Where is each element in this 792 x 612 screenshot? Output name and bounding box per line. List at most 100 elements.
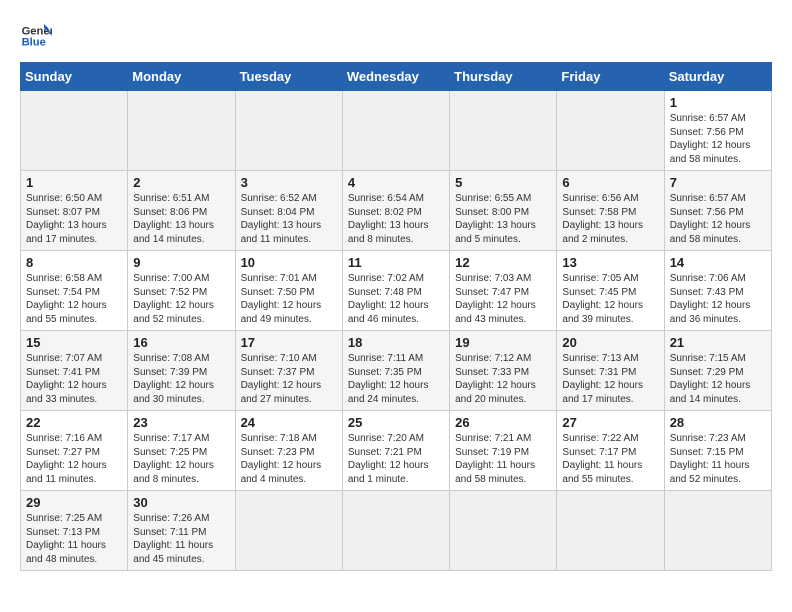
cell-info: Sunrise: 6:58 AMSunset: 7:54 PMDaylight:… [26,273,107,325]
calendar-cell [557,91,664,171]
day-number: 4 [348,175,444,190]
calendar-cell: 1 Sunrise: 6:50 AMSunset: 8:07 PMDaylight… [21,171,128,251]
day-number: 22 [26,415,122,430]
day-number: 19 [455,335,551,350]
calendar-cell: 14Sunrise: 7:06 AMSunset: 7:43 PMDayligh… [664,251,771,331]
header-wednesday: Wednesday [342,63,449,91]
calendar-cell [21,91,128,171]
calendar-cell: 11 Sunrise: 7:02 AMSunset: 7:48 PMDayligh… [342,251,449,331]
header-tuesday: Tuesday [235,63,342,91]
header-sunday: Sunday [21,63,128,91]
calendar-week-row: 8 Sunrise: 6:58 AMSunset: 7:54 PMDaylight… [21,251,772,331]
calendar-cell [557,491,664,571]
calendar-cell: 17 Sunrise: 7:10 AMSunset: 7:37 PMDayligh… [235,331,342,411]
day-number: 16 [133,335,229,350]
day-number: 13 [562,255,658,270]
day-number: 1 [670,95,766,110]
calendar-cell: 23 Sunrise: 7:17 AMSunset: 7:25 PMDayligh… [128,411,235,491]
cell-info: Sunrise: 7:25 AMSunset: 7:13 PMDaylight:… [26,513,106,565]
cell-info: Sunrise: 6:57 AMSunset: 7:56 PMDaylight:… [670,113,751,165]
page-header: General Blue [20,20,772,52]
cell-info: Sunrise: 6:55 AMSunset: 8:00 PMDaylight:… [455,193,536,245]
day-number: 26 [455,415,551,430]
logo: General Blue [20,20,52,52]
day-number: 18 [348,335,444,350]
calendar-cell [128,91,235,171]
cell-info: Sunrise: 6:50 AMSunset: 8:07 PMDaylight:… [26,193,107,245]
day-number: 7 [670,175,766,190]
calendar-cell: 18 Sunrise: 7:11 AMSunset: 7:35 PMDayligh… [342,331,449,411]
day-number: 28 [670,415,766,430]
cell-info: Sunrise: 7:21 AMSunset: 7:19 PMDaylight:… [455,433,535,485]
calendar-cell: 30 Sunrise: 7:26 AMSunset: 7:11 PMDayligh… [128,491,235,571]
calendar-cell: 27 Sunrise: 7:22 AMSunset: 7:17 PMDayligh… [557,411,664,491]
calendar-cell: 6Sunrise: 6:56 AMSunset: 7:58 PMDaylight… [557,171,664,251]
cell-info: Sunrise: 6:51 AMSunset: 8:06 PMDaylight:… [133,193,214,245]
calendar-cell: 29 Sunrise: 7:25 AMSunset: 7:13 PMDayligh… [21,491,128,571]
calendar-cell [235,91,342,171]
calendar-cell: 5Sunrise: 6:55 AMSunset: 8:00 PMDaylight… [450,171,557,251]
day-number: 29 [26,495,122,510]
calendar-cell: 15Sunrise: 7:07 AMSunset: 7:41 PMDayligh… [21,331,128,411]
day-number: 25 [348,415,444,430]
day-number: 8 [26,255,122,270]
header-friday: Friday [557,63,664,91]
calendar-cell: 4Sunrise: 6:54 AMSunset: 8:02 PMDaylight… [342,171,449,251]
day-number: 27 [562,415,658,430]
cell-info: Sunrise: 7:08 AMSunset: 7:39 PMDaylight:… [133,353,214,405]
calendar-cell [342,491,449,571]
cell-info: Sunrise: 6:57 AMSunset: 7:56 PMDaylight:… [670,193,751,245]
cell-info: Sunrise: 6:52 AMSunset: 8:04 PMDaylight:… [241,193,322,245]
calendar-cell: 3Sunrise: 6:52 AMSunset: 8:04 PMDaylight… [235,171,342,251]
cell-info: Sunrise: 7:10 AMSunset: 7:37 PMDaylight:… [241,353,322,405]
day-number: 14 [670,255,766,270]
calendar-cell: 22Sunrise: 7:16 AMSunset: 7:27 PMDayligh… [21,411,128,491]
calendar-table: SundayMondayTuesdayWednesdayThursdayFrid… [20,62,772,571]
day-number: 12 [455,255,551,270]
cell-info: Sunrise: 7:02 AMSunset: 7:48 PMDaylight:… [348,273,429,325]
calendar-week-row: 1 Sunrise: 6:57 AMSunset: 7:56 PMDaylight… [21,91,772,171]
calendar-cell: 25 Sunrise: 7:20 AMSunset: 7:21 PMDayligh… [342,411,449,491]
day-number: 17 [241,335,337,350]
cell-info: Sunrise: 7:26 AMSunset: 7:11 PMDaylight:… [133,513,213,565]
calendar-week-row: 29 Sunrise: 7:25 AMSunset: 7:13 PMDayligh… [21,491,772,571]
cell-info: Sunrise: 7:12 AMSunset: 7:33 PMDaylight:… [455,353,536,405]
day-number: 1 [26,175,122,190]
header-monday: Monday [128,63,235,91]
cell-info: Sunrise: 7:18 AMSunset: 7:23 PMDaylight:… [241,433,322,485]
calendar-cell [664,491,771,571]
calendar-cell: 24Sunrise: 7:18 AMSunset: 7:23 PMDayligh… [235,411,342,491]
calendar-week-row: 1 Sunrise: 6:50 AMSunset: 8:07 PMDaylight… [21,171,772,251]
calendar-cell [342,91,449,171]
calendar-cell: 21Sunrise: 7:15 AMSunset: 7:29 PMDayligh… [664,331,771,411]
calendar-cell [450,91,557,171]
cell-info: Sunrise: 7:05 AMSunset: 7:45 PMDaylight:… [562,273,643,325]
calendar-cell: 12 Sunrise: 7:03 AMSunset: 7:47 PMDayligh… [450,251,557,331]
calendar-header-row: SundayMondayTuesdayWednesdayThursdayFrid… [21,63,772,91]
calendar-cell: 8 Sunrise: 6:58 AMSunset: 7:54 PMDaylight… [21,251,128,331]
cell-info: Sunrise: 7:11 AMSunset: 7:35 PMDaylight:… [348,353,429,405]
day-number: 2 [133,175,229,190]
day-number: 21 [670,335,766,350]
day-number: 11 [348,255,444,270]
calendar-cell: 16 Sunrise: 7:08 AMSunset: 7:39 PMDayligh… [128,331,235,411]
day-number: 20 [562,335,658,350]
svg-text:Blue: Blue [22,37,46,49]
calendar-cell: 7 Sunrise: 6:57 AMSunset: 7:56 PMDaylight… [664,171,771,251]
calendar-cell: 28Sunrise: 7:23 AMSunset: 7:15 PMDayligh… [664,411,771,491]
logo-icon: General Blue [20,20,52,52]
calendar-cell [450,491,557,571]
day-number: 23 [133,415,229,430]
cell-info: Sunrise: 7:17 AMSunset: 7:25 PMDaylight:… [133,433,214,485]
cell-info: Sunrise: 7:01 AMSunset: 7:50 PMDaylight:… [241,273,322,325]
day-number: 9 [133,255,229,270]
cell-info: Sunrise: 7:07 AMSunset: 7:41 PMDaylight:… [26,353,107,405]
cell-info: Sunrise: 7:20 AMSunset: 7:21 PMDaylight:… [348,433,429,485]
calendar-week-row: 22Sunrise: 7:16 AMSunset: 7:27 PMDayligh… [21,411,772,491]
calendar-cell: 9Sunrise: 7:00 AMSunset: 7:52 PMDaylight… [128,251,235,331]
day-number: 30 [133,495,229,510]
calendar-cell: 20Sunrise: 7:13 AMSunset: 7:31 PMDayligh… [557,331,664,411]
cell-info: Sunrise: 7:03 AMSunset: 7:47 PMDaylight:… [455,273,536,325]
calendar-cell: 2 Sunrise: 6:51 AMSunset: 8:06 PMDaylight… [128,171,235,251]
cell-info: Sunrise: 7:22 AMSunset: 7:17 PMDaylight:… [562,433,642,485]
